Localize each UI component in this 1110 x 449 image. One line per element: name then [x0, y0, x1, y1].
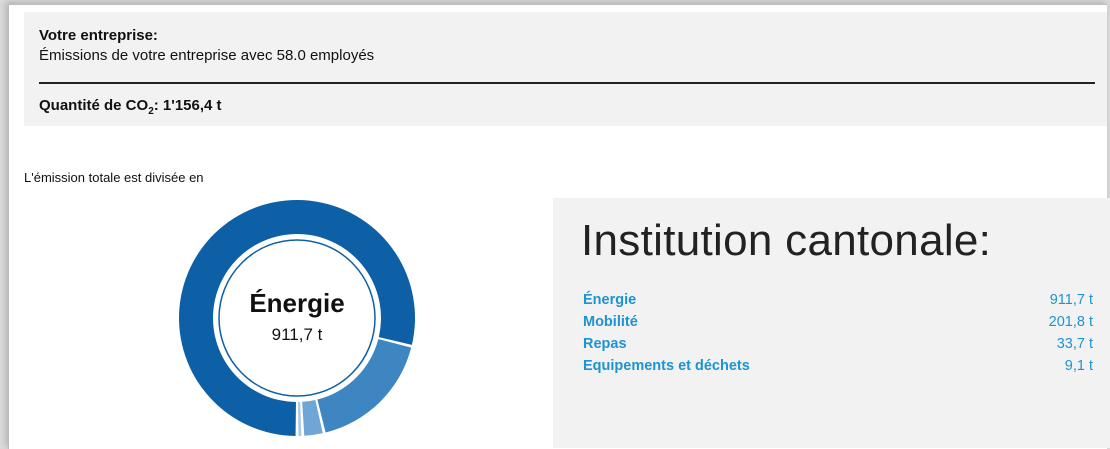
- donut-center-title: Énergie: [249, 288, 345, 318]
- breakdown-value: 911,7 t: [1049, 292, 1093, 308]
- breakdown-value: 9,1 t: [1064, 358, 1093, 374]
- breakdown-label: Equipements et déchets: [583, 358, 750, 374]
- breakdown-row-energie[interactable]: Énergie 911,7 t: [583, 292, 1093, 314]
- donut-slice-3[interactable]: [298, 401, 302, 436]
- co2-quantity-value: : 1'156,4 t: [153, 97, 222, 114]
- breakdown-value: 201,8 t: [1048, 314, 1093, 330]
- co2-quantity-label: Quantité de CO: [39, 97, 149, 114]
- breakdown-label: Mobilité: [583, 314, 638, 330]
- breakdown-row-mobilite[interactable]: Mobilité 201,8 t: [583, 314, 1093, 336]
- institution-panel: Institution cantonale: Énergie 911,7 t M…: [553, 198, 1110, 448]
- company-summary-box: Votre entreprise: Émissions de votre ent…: [24, 12, 1107, 126]
- breakdown-row-equipements[interactable]: Equipements et déchets 9,1 t: [583, 358, 1093, 380]
- breakdown-value: 33,7 t: [1056, 336, 1093, 352]
- panel-title: Institution cantonale:: [581, 216, 992, 265]
- breakdown-label: Énergie: [583, 292, 637, 308]
- breakdown-label: Repas: [583, 336, 627, 352]
- summary-heading: Votre entreprise:: [39, 27, 158, 44]
- summary-divider: [39, 82, 1095, 84]
- co2-quantity: Quantité de CO2: 1'156,4 t: [39, 97, 222, 117]
- summary-description: Émissions de votre entreprise avec 58.0 …: [39, 47, 375, 64]
- donut-center-value: 911,7 t: [271, 325, 323, 344]
- donut-slice-1[interactable]: [317, 339, 412, 433]
- emission-breakdown-list: Énergie 911,7 t Mobilité 201,8 t Repas 3…: [583, 292, 1093, 380]
- intro-text: L'émission totale est divisée en: [24, 170, 204, 185]
- breakdown-row-repas[interactable]: Repas 33,7 t: [583, 336, 1093, 358]
- emissions-donut-chart: Énergie 911,7 t: [175, 196, 419, 440]
